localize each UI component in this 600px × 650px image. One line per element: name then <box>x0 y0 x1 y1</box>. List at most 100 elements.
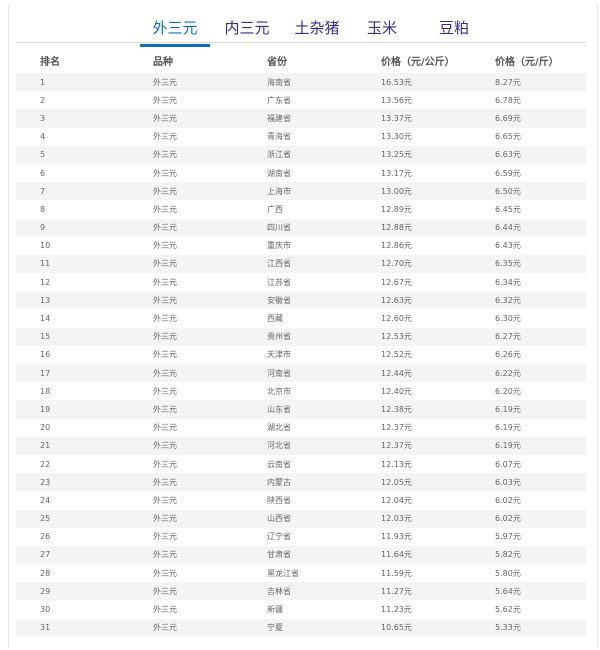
price-per-jin-cell: 6.32元 <box>495 291 586 310</box>
price-per-kg-cell: 12.60元 <box>381 309 495 328</box>
variety-cell: 外三元 <box>153 527 267 546</box>
table-row: 19 外三元 山东省 12.38元 6.19元 <box>16 400 586 419</box>
tab-tu-za-zhu[interactable]: 土杂猪 <box>288 16 346 44</box>
price-per-kg-cell: 11.27元 <box>381 582 495 601</box>
table-row: 11 外三元 江西省 12.70元 6.35元 <box>16 254 586 274</box>
table-row: 3 外三元 福建省 13.37元 6.69元 <box>16 109 586 128</box>
variety-cell: 外三元 <box>153 236 267 255</box>
rank-cell: 15 <box>16 327 153 346</box>
province-cell: 广东省 <box>267 91 381 110</box>
table-row: 18 外三元 北京市 12.40元 6.20元 <box>16 382 586 401</box>
price-per-jin-cell: 6.19元 <box>495 400 586 419</box>
price-per-kg-cell: 11.64元 <box>381 545 495 565</box>
price-per-jin-cell: 6.02元 <box>495 491 586 510</box>
variety-cell: 外三元 <box>153 418 267 437</box>
price-per-kg-cell: 16.53元 <box>381 73 495 92</box>
price-per-kg-cell: 12.37元 <box>381 418 495 437</box>
price-per-jin-cell: 6.20元 <box>495 382 586 401</box>
price-per-jin-cell: 6.19元 <box>495 418 586 437</box>
tab-yu-mi[interactable]: 玉米 <box>362 16 402 44</box>
table-row: 28 外三元 黑龙江省 11.59元 5.80元 <box>16 564 586 583</box>
price-per-kg-cell: 12.88元 <box>381 218 495 237</box>
variety-cell: 外三元 <box>153 400 267 419</box>
price-per-jin-cell: 6.45元 <box>495 200 586 219</box>
price-per-kg-cell: 12.53元 <box>381 327 495 346</box>
variety-cell: 外三元 <box>153 254 267 274</box>
price-per-kg-cell: 11.93元 <box>381 527 495 546</box>
rank-cell: 31 <box>16 618 153 637</box>
rank-cell: 16 <box>16 345 153 364</box>
province-cell: 四川省 <box>267 218 381 237</box>
variety-cell: 外三元 <box>153 218 267 237</box>
rank-cell: 7 <box>16 182 153 201</box>
price-per-jin-cell: 6.07元 <box>495 454 586 474</box>
table-body: 1 外三元 海南省 16.53元 8.27元 2 外三元 广东省 13.56元 6.78元 3 外三元… <box>16 73 586 637</box>
rank-cell: 28 <box>16 564 153 583</box>
province-cell: 宁夏 <box>267 618 381 637</box>
table-row: 13 外三元 安徽省 12.63元 6.32元 <box>16 291 586 310</box>
province-cell: 江西省 <box>267 254 381 274</box>
variety-cell: 外三元 <box>153 273 267 292</box>
province-cell: 云南省 <box>267 454 381 474</box>
price-per-jin-cell: 6.26元 <box>495 345 586 364</box>
table-row: 21 外三元 河北省 12.37元 6.19元 <box>16 436 586 455</box>
rank-cell: 24 <box>16 491 153 510</box>
price-per-kg-cell: 12.38元 <box>381 400 495 419</box>
rank-cell: 30 <box>16 600 153 619</box>
price-per-jin-cell: 6.30元 <box>495 309 586 328</box>
table-row: 20 外三元 湖北省 12.37元 6.19元 <box>16 418 586 437</box>
rank-cell: 29 <box>16 582 153 601</box>
rank-cell: 26 <box>16 527 153 546</box>
header-variety[interactable]: 品种 <box>153 47 267 73</box>
price-per-jin-cell: 6.27元 <box>495 327 586 346</box>
variety-cell: 外三元 <box>153 454 267 474</box>
table-row: 31 外三元 宁夏 10.65元 5.33元 <box>16 618 586 637</box>
rank-cell: 3 <box>16 109 153 128</box>
table-row: 7 外三元 上海市 13.00元 6.50元 <box>16 182 586 201</box>
price-per-jin-cell: 5.80元 <box>495 564 586 583</box>
variety-cell: 外三元 <box>153 200 267 219</box>
province-cell: 湖北省 <box>267 418 381 437</box>
table-row: 24 外三元 陕西省 12.04元 6.02元 <box>16 491 586 510</box>
province-cell: 山西省 <box>267 509 381 528</box>
price-per-jin-cell: 6.19元 <box>495 436 586 455</box>
header-price-per-jin[interactable]: 价格（元/斤） <box>495 47 586 73</box>
table-row: 22 外三元 云南省 12.13元 6.07元 <box>16 454 586 474</box>
tab-nei-san-yuan[interactable]: 内三元 <box>218 16 276 44</box>
header-price-per-kg[interactable]: 价格（元/公斤） <box>381 47 495 73</box>
header-province[interactable]: 省份 <box>267 47 381 73</box>
table-row: 26 外三元 辽宁省 11.93元 5.97元 <box>16 527 586 546</box>
province-cell: 天津市 <box>267 345 381 364</box>
price-per-kg-cell: 12.40元 <box>381 382 495 401</box>
province-cell: 西藏 <box>267 309 381 328</box>
variety-cell: 外三元 <box>153 509 267 528</box>
price-per-jin-cell: 6.50元 <box>495 182 586 201</box>
table-row: 5 外三元 浙江省 13.25元 6.63元 <box>16 145 586 164</box>
rank-cell: 5 <box>16 145 153 164</box>
price-per-jin-cell: 6.78元 <box>495 91 586 110</box>
variety-cell: 外三元 <box>153 345 267 364</box>
rank-cell: 12 <box>16 273 153 292</box>
variety-cell: 外三元 <box>153 436 267 455</box>
province-cell: 重庆市 <box>267 236 381 255</box>
province-cell: 北京市 <box>267 382 381 401</box>
tab-dou-po[interactable]: 豆粕 <box>434 16 474 44</box>
price-per-kg-cell: 13.37元 <box>381 109 495 128</box>
variety-cell: 外三元 <box>153 564 267 583</box>
rank-cell: 9 <box>16 218 153 237</box>
header-rank[interactable]: 排名 <box>16 47 153 73</box>
table-header-row: 排名 品种 省份 价格（元/公斤） 价格（元/斤） <box>16 47 586 73</box>
table-row: 8 外三元 广西 12.89元 6.45元 <box>16 200 586 219</box>
province-cell: 陕西省 <box>267 491 381 510</box>
province-cell: 黑龙江省 <box>267 564 381 583</box>
province-cell: 青海省 <box>267 127 381 146</box>
price-per-jin-cell: 5.82元 <box>495 545 586 565</box>
table-row: 25 外三元 山西省 12.03元 6.02元 <box>16 509 586 528</box>
rank-cell: 27 <box>16 545 153 565</box>
price-per-kg-cell: 13.30元 <box>381 127 495 146</box>
price-per-kg-cell: 12.13元 <box>381 454 495 474</box>
variety-cell: 外三元 <box>153 182 267 201</box>
province-cell: 山东省 <box>267 400 381 419</box>
price-per-jin-cell: 6.63元 <box>495 145 586 164</box>
variety-cell: 外三元 <box>153 473 267 492</box>
